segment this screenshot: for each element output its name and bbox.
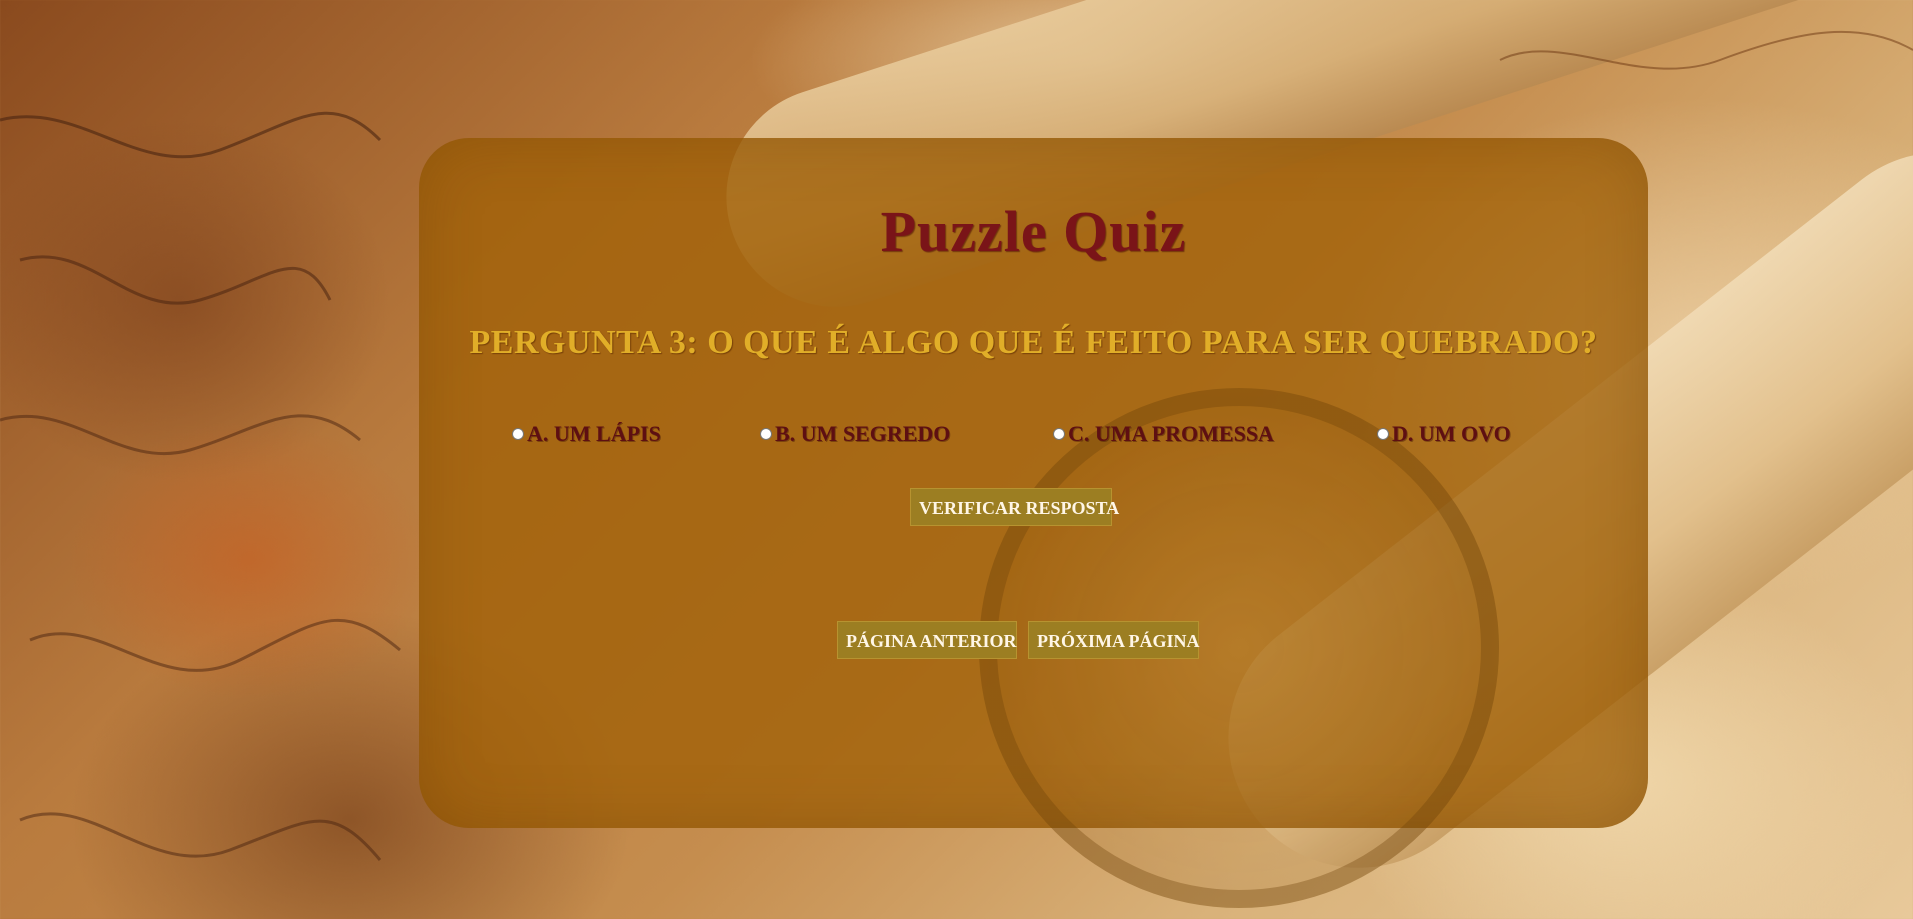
option-c[interactable]: C. Uma promessa <box>1053 421 1274 447</box>
option-b[interactable]: B. Um segredo <box>760 421 950 447</box>
verify-answer-button[interactable]: Verificar Resposta <box>910 488 1119 526</box>
option-c-label: C. Uma promessa <box>1068 421 1274 446</box>
answer-options: A. Um lápis B. Um segredo C. Uma promess… <box>419 421 1648 451</box>
option-c-radio[interactable] <box>1053 428 1065 440</box>
option-a-label: A. Um lápis <box>527 421 661 446</box>
option-d[interactable]: D. Um ovo <box>1377 421 1511 447</box>
option-a[interactable]: A. Um lápis <box>512 421 661 447</box>
option-d-radio[interactable] <box>1377 428 1389 440</box>
option-a-radio[interactable] <box>512 428 524 440</box>
option-b-label: B. Um segredo <box>775 421 951 446</box>
quiz-card: Puzzle Quiz Pergunta 3: O que é algo que… <box>419 138 1648 908</box>
option-b-radio[interactable] <box>760 428 772 440</box>
page-title: Puzzle Quiz <box>880 199 1187 264</box>
option-d-label: D. Um ovo <box>1392 421 1511 446</box>
next-page-button[interactable]: Próxima Página <box>1028 621 1200 659</box>
question-text: Pergunta 3: O que é algo que é feito par… <box>469 324 1598 361</box>
previous-page-button[interactable]: Página Anterior <box>837 621 1017 659</box>
